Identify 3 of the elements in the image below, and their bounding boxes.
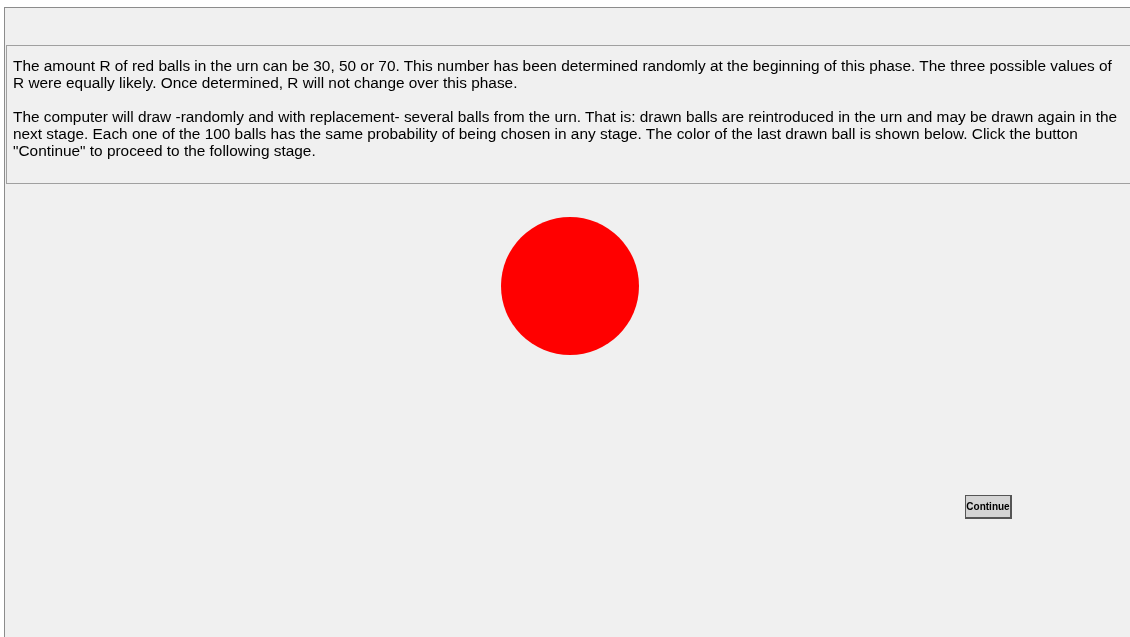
continue-button[interactable]: Continue [965,495,1012,519]
instruction-text: The amount R of red balls in the urn can be 30, 50 or 70. This number has been determined randomly at the beginning of this phase. The three possible values of R were equally likely. Once determined, R will not change over this phase. [13,57,1113,91]
instruction-text: The computer will draw -randomly and with replacement- several balls from the urn. That is: drawn balls are reintroduced in the urn and may be drawn again in the next stage. Each one of the 100 balls has the same probability of being chosen in any stage. The color of the last drawn ball is shown below. Click the button "Continue" to proceed to the following stage. [13,108,1119,159]
